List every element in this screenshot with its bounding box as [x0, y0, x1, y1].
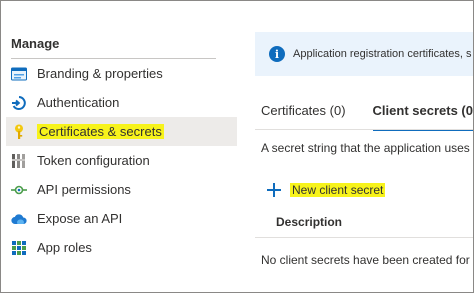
sidebar-item-label: Token configuration [37, 153, 150, 168]
tab-certificates[interactable]: Certificates (0) [261, 103, 346, 131]
sidebar-item-label: App roles [37, 240, 92, 255]
empty-table-message: No client secrets have been created for [261, 253, 470, 267]
sidebar-item-authentication[interactable]: Authentication [6, 88, 237, 117]
sidebar-item-expose-api[interactable]: Expose an API [6, 204, 237, 233]
table-divider [255, 237, 473, 238]
info-icon: i [269, 46, 285, 62]
api-permissions-icon [11, 182, 27, 198]
sidebar-item-api-permissions[interactable]: API permissions [6, 175, 237, 204]
sidebar-item-label: Expose an API [37, 211, 123, 226]
branding-icon [11, 66, 27, 82]
authentication-icon [11, 95, 27, 111]
manage-heading: Manage [11, 36, 60, 51]
column-header-description: Description [276, 215, 343, 229]
sidebar-item-branding[interactable]: Branding & properties [6, 59, 237, 88]
secrets-description: A secret string that the application use… [261, 141, 470, 155]
app-roles-icon [11, 240, 27, 256]
new-client-secret-label: New client secret [290, 183, 386, 197]
plus-icon [267, 183, 281, 197]
tab-client-secrets[interactable]: Client secrets (0) [372, 103, 473, 131]
tab-bar: Certificates (0) Client secrets (0) [261, 103, 473, 131]
sidebar: Manage Branding & properties Authenticat… [1, 1, 237, 292]
sidebar-item-token-configuration[interactable]: Token configuration [6, 146, 237, 175]
sidebar-item-certificates-secrets[interactable]: Certificates & secrets [6, 117, 237, 146]
sidebar-item-label: Branding & properties [37, 66, 163, 81]
sidebar-item-label: Authentication [37, 95, 120, 110]
key-icon [11, 124, 27, 140]
info-banner-text: Application registration certificates, s [293, 48, 472, 60]
new-client-secret-button[interactable]: New client secret [267, 183, 386, 197]
sidebar-item-app-roles[interactable]: App roles [6, 233, 237, 262]
sidebar-item-label: Certificates & secrets [37, 124, 164, 139]
tabs-divider [255, 129, 473, 130]
info-banner: i Application registration certificates,… [255, 32, 473, 76]
main-panel: i Application registration certificates,… [241, 1, 473, 292]
sidebar-item-label: API permissions [37, 182, 131, 197]
cloud-icon [11, 211, 27, 227]
token-config-icon [11, 153, 27, 169]
